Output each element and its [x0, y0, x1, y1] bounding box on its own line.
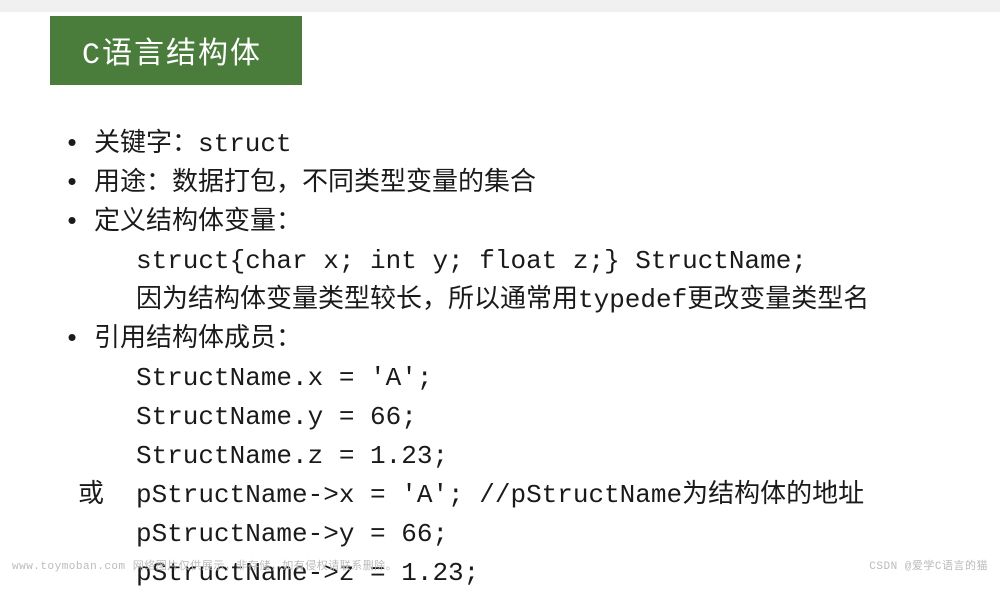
- bullet-dot: •: [50, 320, 94, 359]
- bullet-item-usage: • 用途：数据打包，不同类型变量的集合: [50, 164, 1000, 203]
- bullet-item-keyword: • 关键字：struct: [50, 125, 1000, 164]
- bullet-text: 关键字：struct: [94, 125, 1000, 164]
- note-typedef: 因为结构体变量类型较长，所以通常用typedef更改变量类型名: [136, 281, 1000, 320]
- code-line-2: StructName.y = 66;: [136, 398, 1000, 437]
- bullet-text: 定义结构体变量：: [94, 203, 1000, 242]
- slide-content: • 关键字：struct • 用途：数据打包，不同类型变量的集合 • 定义结构体…: [50, 125, 1000, 592]
- code-line-4: pStructName->x = 'A'; //pStructName为结构体的…: [136, 476, 864, 515]
- bullet-dot: •: [50, 203, 94, 242]
- bullet-item-define: • 定义结构体变量：: [50, 203, 1000, 242]
- slide-title: C语言结构体: [50, 16, 302, 85]
- bullet-dot: •: [50, 164, 94, 203]
- footer-watermark-right: CSDN @爱学C语言的猫: [869, 557, 988, 573]
- or-label: 或: [50, 476, 136, 515]
- code-line-5: pStructName->y = 66;: [136, 515, 1000, 554]
- code-struct-definition: struct{char x; int y; float z;} StructNa…: [136, 242, 1000, 281]
- top-bar: [0, 0, 1000, 12]
- bullet-text: 引用结构体成员：: [94, 320, 1000, 359]
- bullet-item-reference: • 引用结构体成员：: [50, 320, 1000, 359]
- code-line-1: StructName.x = 'A';: [136, 359, 1000, 398]
- code-line-or: 或 pStructName->x = 'A'; //pStructName为结构…: [50, 476, 1000, 515]
- code-line-3: StructName.z = 1.23;: [136, 437, 1000, 476]
- bullet-dot: •: [50, 125, 94, 164]
- footer-watermark-left: www.toymoban.com 网络图片仅供展示，非存储，如有侵权请联系删除。: [12, 557, 397, 573]
- bullet-text: 用途：数据打包，不同类型变量的集合: [94, 164, 1000, 203]
